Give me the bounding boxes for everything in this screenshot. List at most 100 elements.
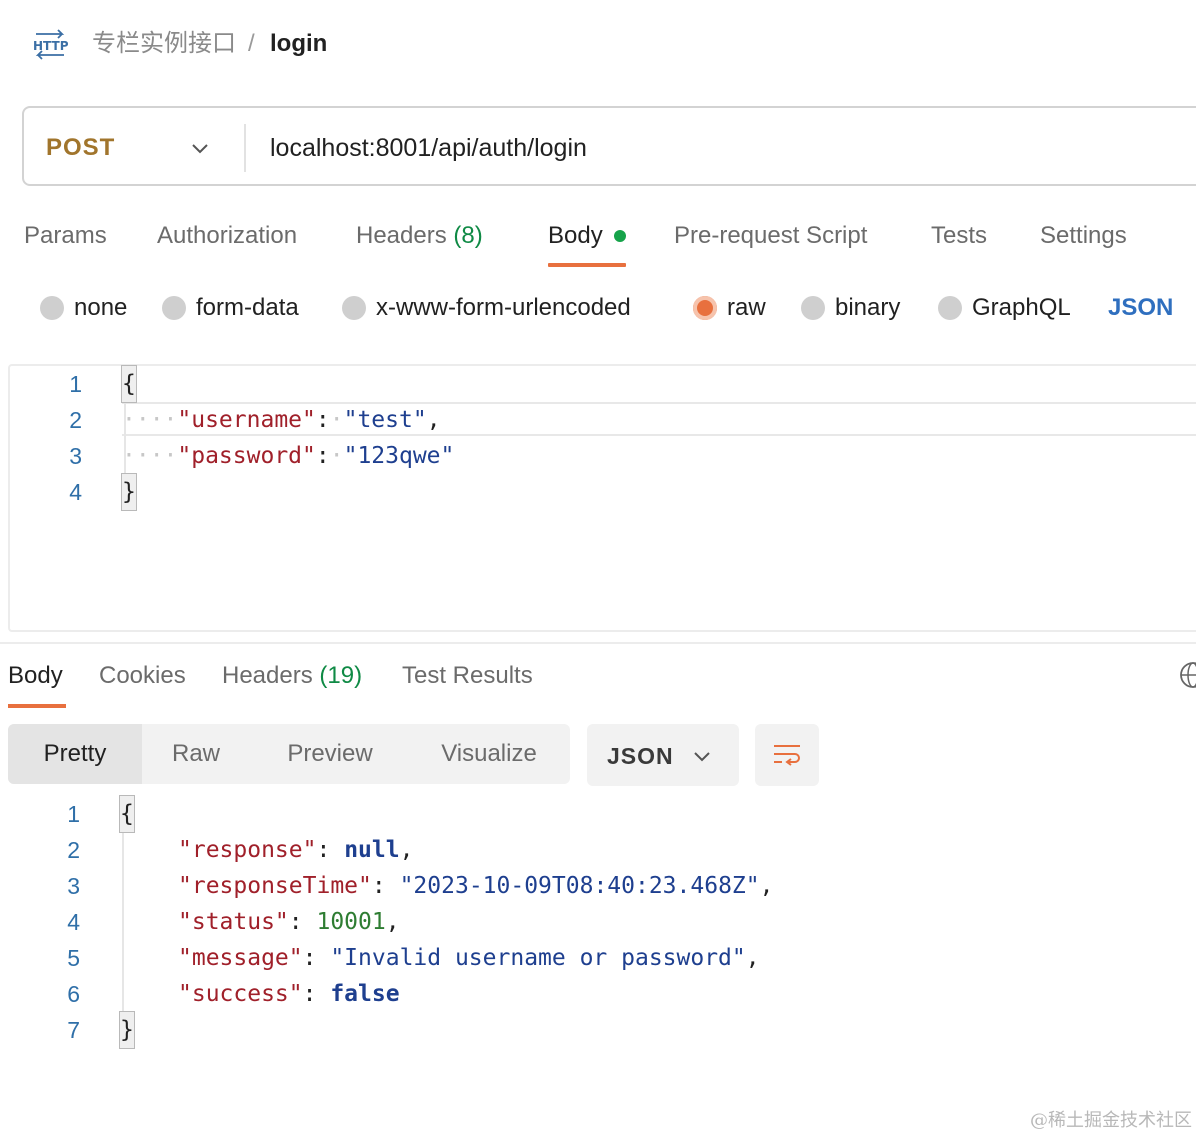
- json-key: "success": [178, 981, 303, 1007]
- code-line: "status": 10001,: [178, 909, 400, 935]
- json-value: false: [330, 981, 400, 1007]
- indent-guide: [122, 832, 124, 1012]
- breadcrumb-separator: /: [248, 30, 255, 57]
- response-tab-headers[interactable]: Headers (19): [222, 660, 362, 692]
- url-divider: [244, 124, 246, 172]
- radio-raw[interactable]: raw: [693, 292, 783, 324]
- tab-settings[interactable]: Settings: [1040, 220, 1127, 252]
- line-number: 2: [67, 837, 80, 863]
- svg-text:HTTP: HTTP: [33, 39, 69, 53]
- json-value: "Invalid username or password": [330, 945, 746, 971]
- line-number: 2: [69, 407, 82, 433]
- code-line: }: [119, 1011, 135, 1049]
- code-line: "success": false: [178, 981, 400, 1007]
- tab-label: Authorization: [157, 222, 298, 249]
- json-key: "password": [177, 443, 316, 469]
- json-punct: ,: [759, 873, 774, 899]
- radio-circle: [938, 296, 962, 320]
- matched-brace: }: [119, 1011, 135, 1049]
- tab-label: Headers: [222, 662, 313, 689]
- line-number: 4: [69, 479, 82, 505]
- tab-label: Test Results: [402, 662, 533, 689]
- request-name[interactable]: login: [270, 28, 327, 60]
- json-value: "123qwe": [343, 443, 455, 469]
- radio-none[interactable]: none: [40, 292, 140, 324]
- tab-label: Params: [24, 222, 107, 249]
- tab-label: Tests: [931, 222, 988, 249]
- tab-authorization[interactable]: Authorization: [157, 220, 297, 252]
- wrap-lines-icon: [774, 745, 800, 766]
- watermark: @稀土掘金技术社区: [1030, 1110, 1192, 1131]
- json-key: "username": [177, 407, 316, 433]
- radio-label: form-data: [196, 294, 299, 321]
- line-number: 3: [69, 443, 82, 469]
- tab-pre-request-script[interactable]: Pre-request Script: [674, 220, 867, 252]
- line-number: 5: [67, 945, 80, 971]
- tab-tests[interactable]: Tests: [931, 220, 987, 252]
- json-key: "responseTime": [178, 873, 372, 899]
- response-tab-test-results[interactable]: Test Results: [402, 660, 533, 692]
- tab-label: Pre-request Script: [674, 222, 868, 249]
- tab-label: Settings: [1040, 222, 1127, 249]
- radio-label: binary: [835, 294, 901, 321]
- line-number: 3: [67, 873, 80, 899]
- matched-brace: {: [121, 365, 137, 403]
- line-number: 7: [67, 1017, 80, 1043]
- line-number: 1: [69, 371, 82, 397]
- active-tab-indicator: [8, 704, 66, 708]
- view-pretty[interactable]: Pretty: [8, 724, 142, 784]
- radio-circle: [40, 296, 64, 320]
- radio-circle: [342, 296, 366, 320]
- tab-label: Body: [548, 222, 603, 249]
- radio-circle: [162, 296, 186, 320]
- response-tab-body[interactable]: Body: [8, 660, 63, 692]
- json-key: "message": [178, 945, 303, 971]
- radio-label: GraphQL: [972, 294, 1071, 321]
- tab-count: (8): [453, 222, 483, 249]
- response-divider[interactable]: [0, 642, 1196, 644]
- method-select[interactable]: POST: [46, 132, 115, 164]
- json-key: "response": [178, 837, 317, 863]
- json-value: 10001: [316, 909, 386, 935]
- tab-params[interactable]: Params: [24, 220, 107, 252]
- radio-graphql[interactable]: GraphQL: [938, 292, 1088, 324]
- view-raw[interactable]: Raw: [142, 724, 250, 784]
- tab-label: Headers: [356, 222, 447, 249]
- response-tab-cookies[interactable]: Cookies: [99, 660, 186, 692]
- tab-body[interactable]: Body: [548, 220, 603, 252]
- raw-format-select[interactable]: JSON: [1108, 292, 1173, 324]
- radio-label: x-www-form-urlencoded: [376, 294, 631, 321]
- view-visualize[interactable]: Visualize: [410, 724, 568, 784]
- radio-label: none: [74, 294, 128, 321]
- radio-form-data[interactable]: form-data: [162, 292, 322, 324]
- line-number: 1: [67, 801, 80, 827]
- json-punct: ,: [745, 945, 760, 971]
- chevron-down-icon: [694, 752, 710, 762]
- breadcrumb-collection[interactable]: 专栏实例接口: [92, 28, 236, 60]
- code-line: {: [121, 365, 137, 403]
- radio-x-www-form-urlencoded[interactable]: x-www-form-urlencoded: [342, 292, 672, 324]
- json-punct: ,: [399, 837, 414, 863]
- radio-binary[interactable]: binary: [801, 292, 921, 324]
- tab-count: (19): [319, 662, 363, 689]
- code-line: "response": null,: [178, 837, 414, 863]
- code-line: "message": "Invalid username or password…: [178, 945, 760, 971]
- matched-brace: }: [121, 473, 137, 511]
- matched-brace: {: [119, 795, 135, 833]
- json-value: "2023-10-09T08:40:23.468Z": [399, 873, 760, 899]
- code-line: ····"password":·"123qwe": [122, 443, 455, 469]
- tab-headers[interactable]: Headers (8): [356, 220, 483, 252]
- active-tab-indicator: [548, 263, 626, 267]
- radio-circle-checked: [693, 296, 717, 320]
- url-input[interactable]: localhost:8001/api/auth/login: [270, 132, 587, 164]
- code-line: }: [121, 473, 137, 511]
- chevron-down-icon[interactable]: [188, 136, 212, 160]
- globe-icon[interactable]: [1178, 660, 1196, 690]
- line-number: 4: [67, 909, 80, 935]
- json-value: "test": [343, 407, 427, 433]
- response-format-label: JSON: [607, 743, 674, 769]
- view-preview[interactable]: Preview: [260, 724, 400, 784]
- radio-circle: [801, 296, 825, 320]
- json-punct: ,: [385, 909, 400, 935]
- line-number: 6: [67, 981, 80, 1007]
